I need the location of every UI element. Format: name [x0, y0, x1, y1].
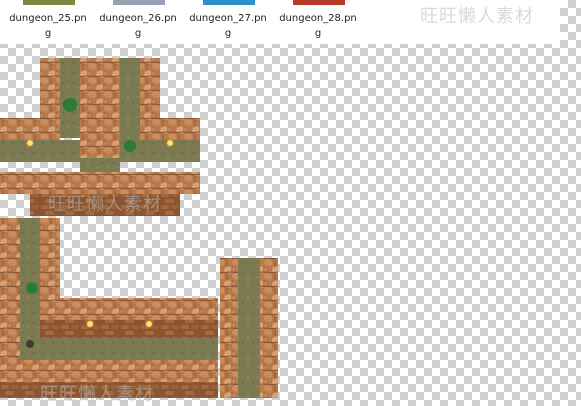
rock-column: [260, 258, 278, 398]
rock-wall: [0, 118, 60, 140]
wall-base: [40, 320, 218, 338]
floor-path: [238, 258, 260, 398]
watermark-text: 旺旺懒人素材: [48, 194, 162, 215]
torch-icon: [166, 139, 174, 147]
torch-icon: [26, 139, 34, 147]
rock-column: [220, 258, 238, 398]
moss-patch: [124, 140, 136, 152]
floor-path: [80, 158, 120, 172]
floor-path: [0, 140, 80, 162]
torch-icon: [145, 320, 153, 328]
rock-column: [80, 58, 100, 173]
rock-wall: [0, 360, 218, 382]
watermark-text: 旺旺懒人素材: [420, 6, 534, 27]
moss-patch: [26, 340, 34, 348]
rock-column: [100, 58, 120, 173]
rock-wall: [40, 298, 218, 320]
rock-wall: [140, 118, 200, 140]
moss-patch: [26, 282, 38, 294]
torch-icon: [86, 320, 94, 328]
moss-patch: [63, 98, 77, 112]
rock-column: [140, 58, 160, 118]
floor-path: [20, 338, 218, 360]
rock-column: [40, 218, 60, 298]
floor-path: [20, 218, 40, 338]
watermark-text: 旺旺懒人素材: [40, 384, 154, 405]
